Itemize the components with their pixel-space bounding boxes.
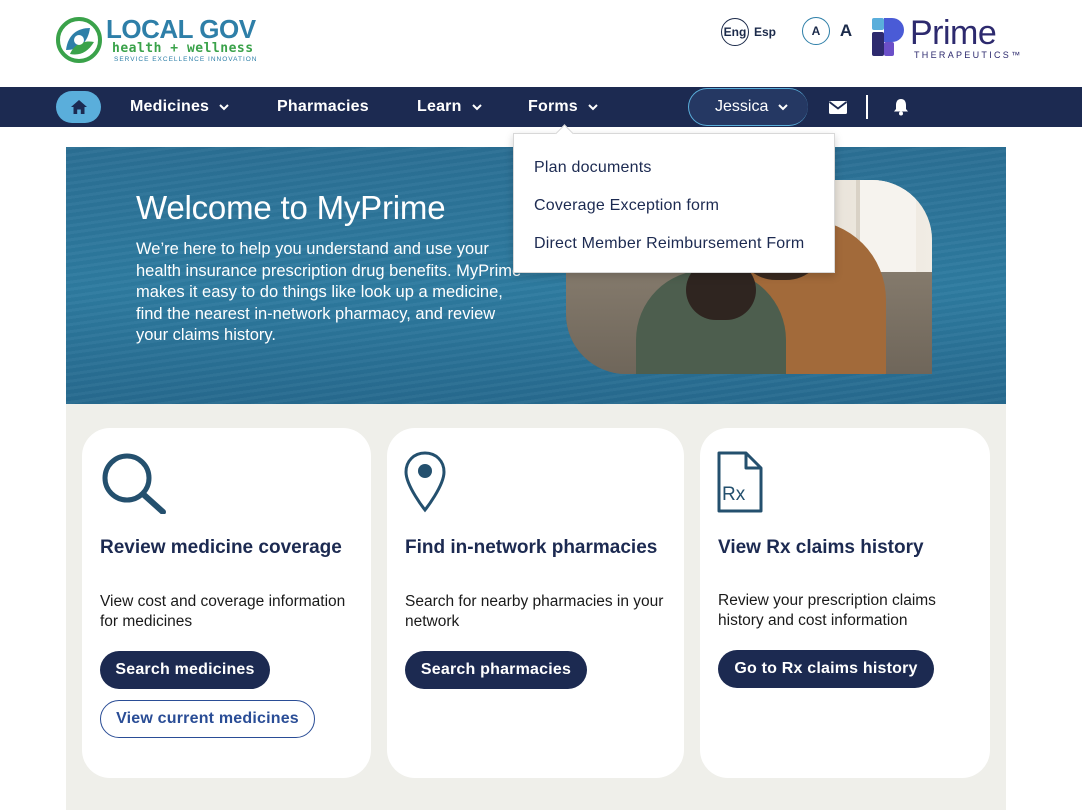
- card-description: Review your prescription claims history …: [718, 592, 936, 629]
- leaf-logo-icon: [56, 17, 102, 63]
- bell-icon[interactable]: [892, 98, 910, 116]
- home-icon: [70, 100, 87, 114]
- go-to-rx-claims-history-button[interactable]: Go to Rx claims history: [718, 650, 934, 688]
- nav-item-medicines[interactable]: Medicines: [130, 87, 229, 127]
- card-description: View cost and coverage information for m…: [100, 593, 346, 630]
- prime-therapeutics-logo[interactable]: Prime THERAPEUTICS™: [870, 14, 1030, 64]
- chevron-down-icon: [471, 104, 482, 111]
- nav-item-pharmacies[interactable]: Pharmacies: [277, 87, 369, 127]
- card-title: Find in-network pharmacies: [405, 537, 658, 558]
- card-title: Review medicine coverage: [100, 537, 342, 558]
- search-medicines-button[interactable]: Search medicines: [100, 651, 270, 689]
- nav-label: Medicines: [130, 98, 210, 115]
- mail-icon[interactable]: [828, 99, 848, 115]
- menu-item-plan-documents[interactable]: Plan documents: [534, 159, 652, 177]
- card-rx-claims-history: Rx View Rx claims history Review your pr…: [700, 428, 990, 778]
- welcome-title: Welcome to MyPrime: [136, 189, 446, 226]
- prime-logo-icon: [872, 18, 904, 56]
- myprime-home-page: LOCAL GOV health + wellness SERVICE EXCE…: [0, 0, 1082, 810]
- logo-subtitle: health + wellness: [112, 41, 254, 56]
- nav-divider: [866, 95, 868, 119]
- main-nav: Medicines Pharmacies Learn Forms Jessica: [0, 87, 1082, 127]
- rx-icon-label: Rx: [722, 484, 746, 505]
- rx-document-icon: Rx: [716, 450, 764, 514]
- top-header: LOCAL GOV health + wellness SERVICE EXCE…: [0, 0, 1082, 87]
- user-name: Jessica: [715, 98, 769, 115]
- prime-title: Prime: [910, 14, 997, 52]
- language-spanish-button[interactable]: Esp: [751, 18, 779, 46]
- chevron-down-icon: [778, 104, 789, 111]
- home-button[interactable]: [56, 91, 101, 123]
- card-title: View Rx claims history: [718, 537, 924, 558]
- nav-item-learn[interactable]: Learn: [417, 87, 482, 127]
- card-description: Search for nearby pharmacies in your net…: [405, 593, 664, 630]
- forms-dropdown-menu: Plan documents Coverage Exception form D…: [513, 133, 835, 273]
- prime-subtitle: THERAPEUTICS™: [914, 50, 1023, 60]
- menu-item-coverage-exception-form[interactable]: Coverage Exception form: [534, 197, 719, 215]
- nav-label: Forms: [528, 98, 578, 115]
- chevron-down-icon: [219, 104, 229, 111]
- logo-tagline: SERVICE EXCELLENCE INNOVATION: [114, 56, 258, 63]
- language-english-button[interactable]: Eng: [721, 18, 749, 46]
- card-review-medicine-coverage: Review medicine coverage View cost and c…: [82, 428, 371, 778]
- card-find-pharmacies: Find in-network pharmacies Search for ne…: [387, 428, 684, 778]
- chevron-down-icon: [588, 104, 598, 111]
- font-size-small-button[interactable]: A: [802, 17, 830, 45]
- nav-label: Pharmacies: [277, 98, 369, 115]
- search-pharmacies-button[interactable]: Search pharmacies: [405, 651, 587, 689]
- font-size-large-button[interactable]: A: [836, 17, 856, 45]
- view-current-medicines-button[interactable]: View current medicines: [100, 700, 315, 738]
- search-icon: [102, 453, 166, 514]
- welcome-text: We’re here to help you understand and us…: [136, 240, 522, 344]
- local-gov-logo[interactable]: LOCAL GOV health + wellness SERVICE EXCE…: [54, 14, 274, 68]
- location-pin-icon: [404, 451, 446, 513]
- nav-item-forms[interactable]: Forms: [528, 87, 598, 127]
- nav-label: Learn: [417, 98, 462, 115]
- user-menu-button[interactable]: Jessica: [688, 88, 808, 126]
- menu-item-direct-member-reimbursement-form[interactable]: Direct Member Reimbursement Form: [534, 235, 804, 253]
